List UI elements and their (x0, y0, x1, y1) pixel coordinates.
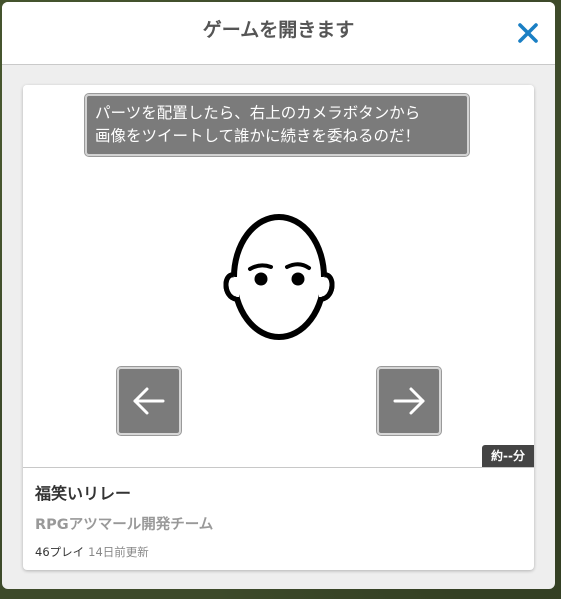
close-button[interactable] (515, 20, 541, 46)
modal-header: ゲームを開きます (2, 2, 555, 65)
previous-part-button[interactable] (116, 366, 182, 436)
close-icon (518, 23, 538, 43)
open-game-modal: ゲームを開きます パーツを配置したら、右上のカメラボタンから 画像をツイートして… (2, 2, 555, 589)
arrow-left-icon (133, 387, 165, 415)
instruction-line-2: 画像をツイートして誰かに続きを委ねるのだ！ (95, 127, 421, 145)
arrow-right-icon (393, 387, 425, 415)
next-part-button[interactable] (376, 366, 442, 436)
game-title[interactable]: 福笑いリレー (35, 480, 131, 504)
game-screen[interactable]: パーツを配置したら、右上のカメラボタンから 画像をツイートして誰かに続きを委ねる… (23, 85, 534, 468)
modal-title: ゲームを開きます (202, 19, 355, 41)
instruction-box: パーツを配置したら、右上のカメラボタンから 画像をツイートして誰かに続きを委ねる… (84, 93, 470, 157)
game-card: パーツを配置したら、右上のカメラボタンから 画像をツイートして誰かに続きを委ねる… (23, 85, 534, 570)
updated-time: 14日前更新 (88, 545, 149, 559)
instruction-line-1: パーツを配置したら、右上のカメラボタンから (95, 104, 421, 122)
game-meta: 46プレイ 14日前更新 (35, 544, 149, 560)
duration-badge: 約--分 (482, 445, 534, 467)
play-count: 46プレイ (35, 545, 85, 559)
game-author[interactable]: RPGアツマール開発チーム (35, 513, 213, 534)
face-outline-icon (223, 214, 335, 340)
